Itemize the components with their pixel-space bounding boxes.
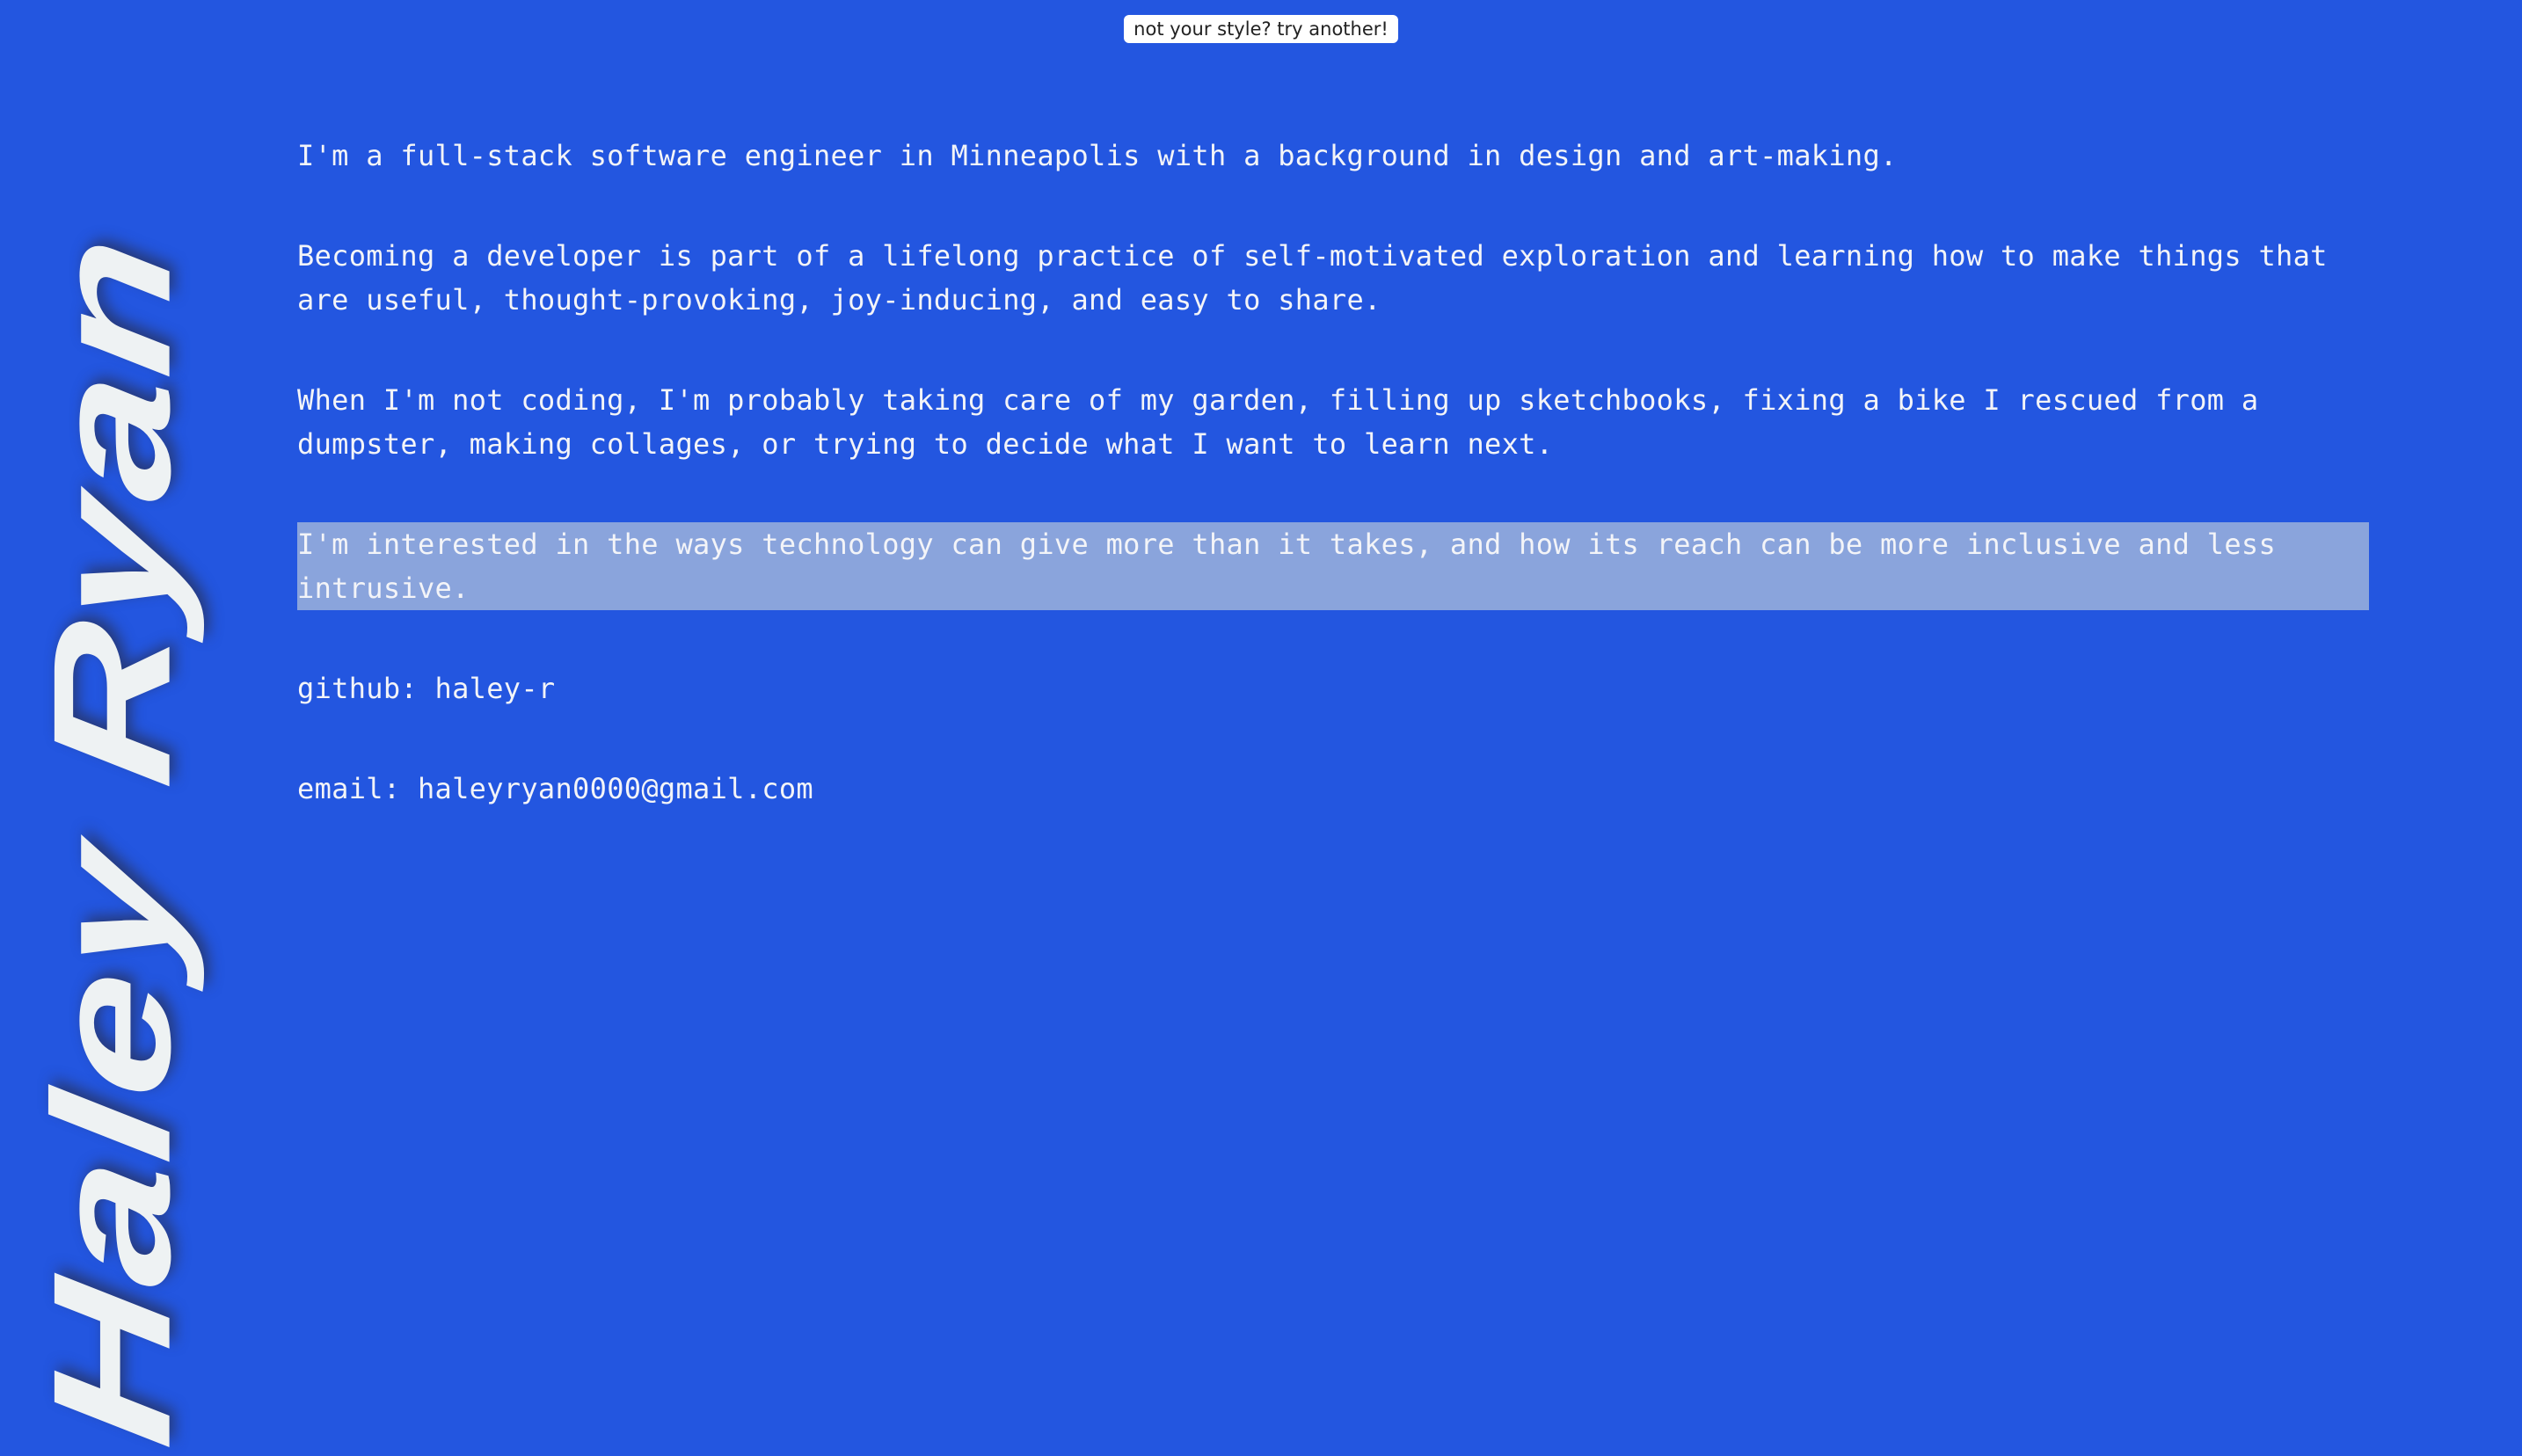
hobbies-paragraph: When I'm not coding, I'm probably taking… [297, 383, 2259, 461]
github-line: github: haley-r [297, 666, 2369, 710]
intro-paragraph: I'm a full-stack software engineer in Mi… [297, 139, 1898, 172]
github-label: github: [297, 672, 435, 705]
about-content: I'm a full-stack software engineer in Mi… [297, 134, 2369, 867]
developer-paragraph: Becoming a developer is part of a lifelo… [297, 239, 2328, 317]
try-another-style-button[interactable]: not your style? try another! [1124, 15, 1398, 43]
email-label: email: [297, 772, 418, 805]
github-link[interactable]: haley-r [435, 672, 556, 705]
name-heading: Haley Ryan [18, 222, 206, 1456]
email-line: email: haleyryan0000@gmail.com [297, 767, 2369, 811]
interests-paragraph-selected: I'm interested in the ways technology ca… [297, 522, 2369, 610]
email-link[interactable]: haleyryan0000@gmail.com [418, 772, 813, 805]
